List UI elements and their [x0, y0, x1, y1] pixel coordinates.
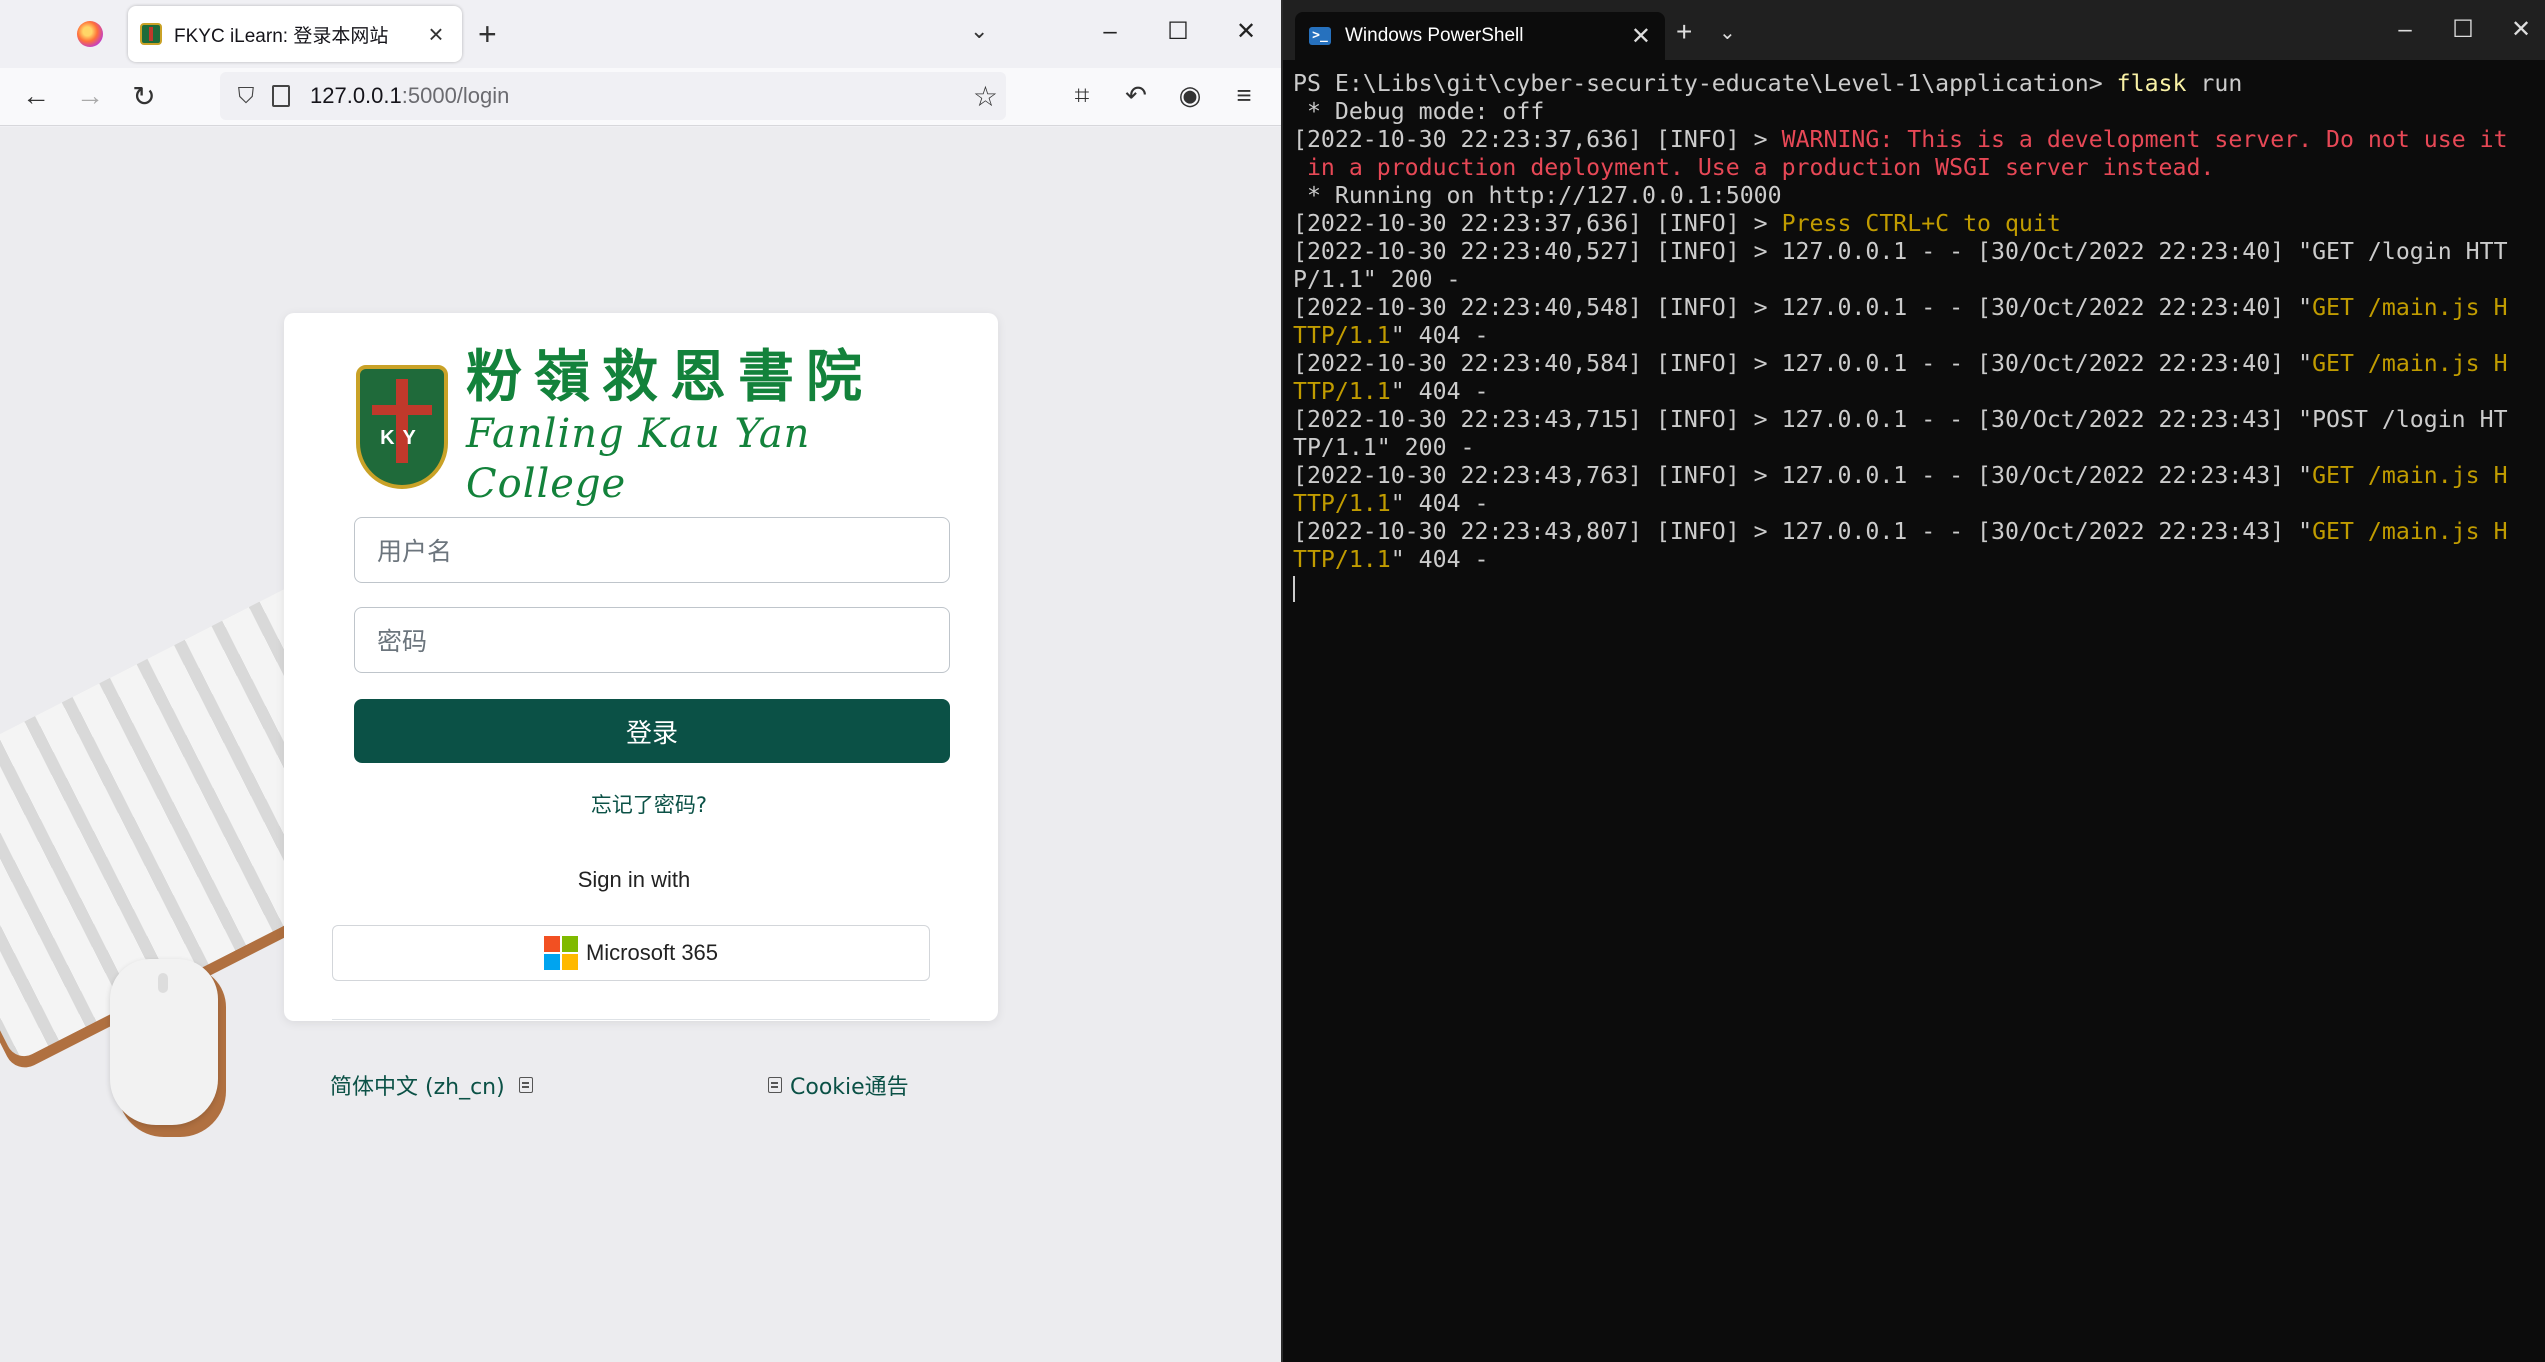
terminal-line: TTP/1.1" 404 - — [1293, 322, 1489, 349]
terminal-line: [2022-10-30 22:23:43,763] [INFO] > 127.0… — [1293, 462, 2508, 489]
minimize-icon[interactable]: – — [1090, 12, 1130, 52]
microsoft-365-signin-button[interactable]: Microsoft 365 — [332, 925, 930, 981]
school-crest-favicon-icon — [140, 23, 162, 45]
terminal-dropdown-chevron-icon[interactable]: ⌄ — [1719, 20, 1736, 45]
forward-arrow-icon[interactable]: → — [70, 76, 110, 116]
browser-toolbar: ← → ↻ ⛉ 127.0.0.1:5000/login ☆ ⌗ ↶ ◉ ≡ — [0, 68, 1281, 126]
tab-close-icon[interactable]: × — [422, 20, 450, 48]
terminal-line: P/1.1" 200 - — [1293, 266, 1461, 293]
terminal-line: TTP/1.1" 404 - — [1293, 546, 1489, 573]
firefox-view-button[interactable] — [58, 10, 122, 58]
cookie-label: Cookie通告 — [790, 1075, 909, 1100]
url-text[interactable]: 127.0.0.1:5000/login — [310, 83, 509, 109]
menu-hamburger-icon[interactable]: ≡ — [1226, 80, 1262, 111]
terminal-tab[interactable]: >_ Windows PowerShell ✕ — [1295, 12, 1665, 60]
new-tab-button[interactable]: + — [478, 16, 497, 52]
browser-window: FKYC iLearn: 登录本网站 × + ⌄ – ☐ ✕ ← → ↻ ⛉ 1… — [0, 0, 1281, 1362]
back-arrow-icon[interactable]: ← — [16, 76, 56, 116]
terminal-line: TTP/1.1" 404 - — [1293, 490, 1489, 517]
address-bar[interactable]: ⛉ 127.0.0.1:5000/login ☆ — [220, 72, 1006, 120]
terminal-line: in a production deployment. Use a produc… — [1293, 154, 2215, 181]
terminal-line: [2022-10-30 22:23:37,636] [INFO] > Press… — [1293, 210, 2061, 237]
microsoft-logo-icon — [543, 936, 578, 970]
screenshot-crop-icon[interactable]: ⌗ — [1064, 80, 1100, 112]
tab-title: FKYC iLearn: 登录本网站 — [174, 25, 389, 47]
browser-tab-active[interactable]: FKYC iLearn: 登录本网站 × — [128, 6, 462, 62]
page-content: KY 粉嶺救恩書院 Fanling Kau Yan College 用户名 密码… — [0, 127, 1281, 1362]
school-logo: KY 粉嶺救恩書院 Fanling Kau Yan College — [356, 345, 926, 507]
language-document-icon — [518, 1077, 533, 1093]
terminal-tab-title: Windows PowerShell — [1345, 25, 1524, 46]
school-crest-icon: KY — [356, 365, 448, 489]
terminal-line: * Running on http://127.0.0.1:5000 — [1293, 182, 1782, 209]
microsoft-button-label: Microsoft 365 — [585, 940, 719, 965]
terminal-line: [2022-10-30 22:23:40,548] [INFO] > 127.0… — [1293, 294, 2508, 321]
password-placeholder: 密码 — [377, 627, 428, 656]
login-card: KY 粉嶺救恩書院 Fanling Kau Yan College 用户名 密码… — [284, 313, 998, 1100]
terminal-tab-close-icon[interactable]: ✕ — [1631, 22, 1651, 51]
terminal-output[interactable]: PS E:\Libs\git\cyber-security-educate\Le… — [1293, 70, 2538, 602]
login-button[interactable]: 登录 — [354, 699, 950, 763]
school-name-chinese: 粉嶺救恩書院 — [466, 344, 874, 410]
page-info-icon[interactable] — [272, 85, 290, 107]
url-host: 127.0.0.1 — [310, 83, 402, 108]
terminal-title-bar: >_ Windows PowerShell ✕ + ⌄ – ☐ ✕ — [1283, 0, 2545, 60]
extension-globe-icon[interactable]: ◉ — [1172, 80, 1208, 111]
tracking-shield-icon[interactable]: ⛉ — [234, 83, 258, 109]
firefox-logo-icon — [77, 21, 103, 47]
school-name-english: Fanling Kau Yan College — [466, 411, 811, 507]
browser-tab-bar: FKYC iLearn: 登录本网站 × + ⌄ – ☐ ✕ — [0, 0, 1281, 68]
terminal-line: [2022-10-30 22:23:43,715] [INFO] > 127.0… — [1293, 406, 2508, 433]
maximize-icon[interactable]: ☐ — [1158, 12, 1198, 52]
terminal-line: * Debug mode: off — [1293, 98, 1545, 125]
terminal-line: [2022-10-30 22:23:43,807] [INFO] > 127.0… — [1293, 518, 2508, 545]
reload-icon[interactable]: ↻ — [124, 76, 164, 116]
forgot-password-link[interactable]: 忘记了密码? — [284, 789, 1014, 819]
mouse-decoration — [110, 959, 218, 1125]
terminal-line: PS E:\Libs\git\cyber-security-educate\Le… — [1293, 70, 2243, 97]
card-divider — [332, 1019, 930, 1020]
window-close-icon[interactable]: ✕ — [1226, 12, 1266, 52]
language-selector-link[interactable]: 简体中文 (zh_cn) — [330, 1069, 533, 1101]
username-field[interactable]: 用户名 — [354, 517, 950, 583]
username-placeholder: 用户名 — [377, 537, 453, 566]
password-field[interactable]: 密码 — [354, 607, 950, 673]
bookmark-star-icon[interactable]: ☆ — [973, 80, 998, 113]
list-all-tabs-chevron-icon[interactable]: ⌄ — [970, 18, 988, 44]
terminal-minimize-icon[interactable]: – — [2385, 12, 2425, 48]
terminal-line: [2022-10-30 22:23:37,636] [INFO] > WARNI… — [1293, 126, 2508, 153]
terminal-new-tab-button[interactable]: + — [1676, 16, 1692, 48]
url-path: :5000/login — [401, 83, 510, 108]
terminal-line: TTP/1.1" 404 - — [1293, 378, 1489, 405]
terminal-prompt-line[interactable] — [1293, 574, 2538, 602]
sign-in-with-label: Sign in with — [577, 867, 691, 892]
terminal-line: [2022-10-30 22:23:40,527] [INFO] > 127.0… — [1293, 238, 2508, 265]
terminal-line: TP/1.1" 200 - — [1293, 434, 1475, 461]
text-cursor — [1293, 575, 1295, 602]
terminal-line: [2022-10-30 22:23:40,584] [INFO] > 127.0… — [1293, 350, 2508, 377]
language-label: 简体中文 (zh_cn) — [330, 1075, 505, 1100]
powershell-icon: >_ — [1309, 27, 1331, 45]
cookie-document-icon — [768, 1077, 782, 1093]
terminal-close-icon[interactable]: ✕ — [2501, 12, 2541, 48]
cookie-notice-link[interactable]: Cookie通告 — [768, 1069, 909, 1101]
terminal-maximize-icon[interactable]: ☐ — [2443, 12, 2483, 48]
terminal-window: >_ Windows PowerShell ✕ + ⌄ – ☐ ✕ PS E:\… — [1283, 0, 2545, 1362]
undo-arrow-icon[interactable]: ↶ — [1118, 80, 1154, 111]
